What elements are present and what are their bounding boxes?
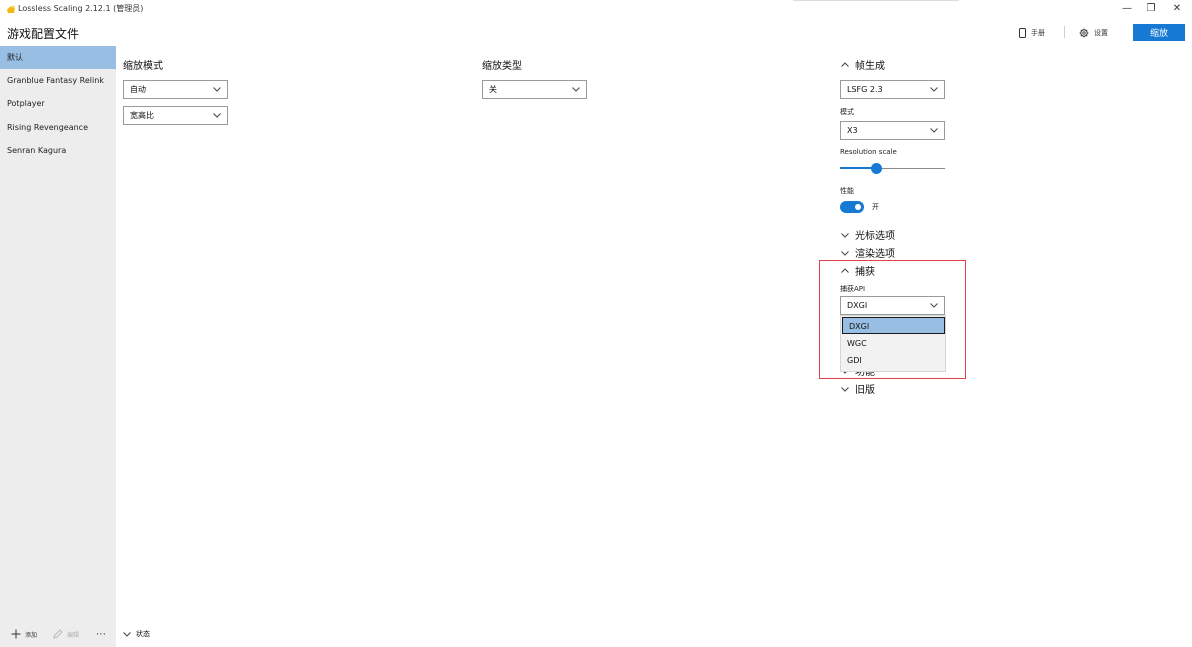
manual-button[interactable]: 手册	[1019, 24, 1045, 41]
edit-profile-button[interactable]: 编辑	[53, 621, 79, 647]
add-label: 添加	[25, 631, 38, 639]
chevron-down-icon	[841, 232, 849, 238]
pencil-icon	[53, 629, 63, 639]
settings-button[interactable]: 设置	[1079, 24, 1108, 41]
sidebar-item-senran-kagura[interactable]: Senran Kagura	[0, 139, 116, 162]
performance-state: 开	[872, 203, 879, 211]
minimize-button[interactable]: —	[1115, 0, 1139, 18]
header-divider	[1064, 26, 1065, 38]
sidebar-footer: 添加 编辑 ⋯	[0, 621, 116, 647]
status-label: 状态	[136, 630, 150, 638]
chevron-down-icon	[841, 386, 849, 392]
scaling-mode-value: 自动	[130, 85, 146, 94]
scaling-type-dropdown[interactable]: 关	[482, 80, 587, 99]
mode-value: X3	[847, 126, 858, 135]
toggle-knob	[855, 204, 861, 210]
legacy-title: 旧版	[855, 385, 875, 396]
resolution-scale-thumb[interactable]	[871, 163, 883, 174]
chevron-down-icon	[213, 87, 221, 92]
scale-button[interactable]: 缩放	[1133, 24, 1185, 41]
scaling-mode-dropdown[interactable]: 自动	[123, 80, 228, 99]
mode-label: 模式	[840, 108, 854, 116]
gear-icon	[1079, 28, 1089, 37]
top-divider	[793, 0, 959, 1]
frame-gen-title: 帧生成	[855, 61, 885, 72]
restore-button[interactable]: ❐	[1139, 0, 1163, 18]
aspect-ratio-value: 宽高比	[130, 111, 154, 120]
mode-dropdown[interactable]: X3	[840, 121, 945, 140]
scaling-type-value: 关	[489, 85, 497, 94]
chevron-down-icon	[572, 87, 580, 92]
plus-icon	[11, 629, 21, 639]
book-icon	[1019, 27, 1026, 38]
sidebar-item-rising-revengeance[interactable]: Rising Revengeance	[0, 116, 116, 139]
sidebar-item-granblue[interactable]: Granblue Fantasy Relink	[0, 69, 116, 92]
add-profile-button[interactable]: 添加	[11, 621, 37, 647]
performance-toggle[interactable]	[840, 201, 864, 213]
chevron-down-icon	[213, 113, 221, 118]
highlight-annotation-box	[819, 260, 966, 379]
resolution-scale-label: Resolution scale	[840, 148, 897, 156]
page-title: 游戏配置文件	[7, 27, 80, 41]
app-logo-icon	[7, 5, 15, 13]
render-options-header[interactable]: 渲染选项	[841, 245, 895, 260]
frame-gen-type-value: LSFG 2.3	[847, 85, 883, 94]
manual-label: 手册	[1031, 28, 1045, 37]
performance-label: 性能	[840, 187, 854, 195]
cursor-options-header[interactable]: 光标选项	[841, 227, 895, 242]
frame-gen-header[interactable]: 帧生成	[841, 57, 885, 72]
window-title: Lossless Scaling 2.12.1 (管理员)	[18, 4, 144, 13]
render-options-title: 渲染选项	[855, 249, 895, 260]
status-header[interactable]: 状态	[123, 629, 150, 639]
chevron-down-icon	[841, 250, 849, 256]
title-bar	[0, 0, 1192, 18]
sidebar: 默认 Granblue Fantasy Relink Potplayer Ris…	[0, 46, 116, 647]
chevron-down-icon	[930, 87, 938, 92]
sidebar-item-default[interactable]: 默认	[0, 46, 116, 69]
sidebar-item-potplayer[interactable]: Potplayer	[0, 92, 116, 115]
chevron-down-icon	[930, 128, 938, 133]
aspect-ratio-dropdown[interactable]: 宽高比	[123, 106, 228, 125]
settings-label: 设置	[1094, 28, 1108, 37]
scaling-mode-title: 缩放模式	[123, 61, 163, 72]
chevron-up-icon	[841, 61, 849, 67]
close-button[interactable]: ✕	[1165, 0, 1189, 18]
edit-label: 编辑	[67, 631, 80, 639]
legacy-header[interactable]: 旧版	[841, 381, 875, 396]
frame-gen-type-dropdown[interactable]: LSFG 2.3	[840, 80, 945, 99]
chevron-down-icon	[123, 632, 131, 637]
more-button[interactable]: ⋯	[96, 621, 106, 647]
scaling-type-title: 缩放类型	[482, 61, 522, 72]
cursor-options-title: 光标选项	[855, 231, 895, 242]
